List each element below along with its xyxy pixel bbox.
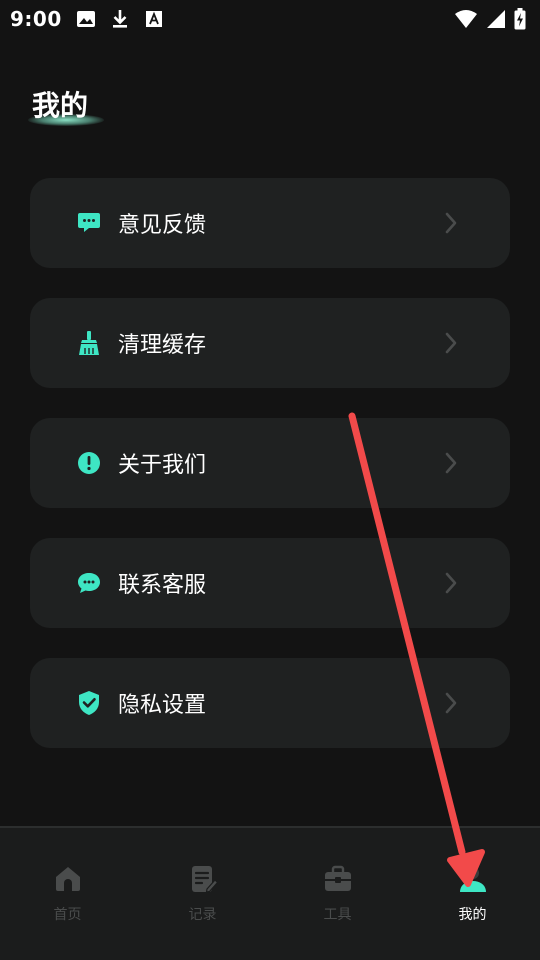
nav-item-tools[interactable]: 工具 <box>270 828 405 960</box>
record-icon <box>191 866 218 893</box>
menu-item-label: 意见反馈 <box>118 213 207 238</box>
battery-charging-icon <box>514 8 526 30</box>
nav-label: 我的 <box>458 907 487 923</box>
shield-check-icon <box>76 690 102 716</box>
nav-label: 工具 <box>323 907 352 923</box>
page-title: 我的 <box>32 89 89 122</box>
font-icon <box>145 11 162 27</box>
menu-item-label: 联系客服 <box>118 573 207 598</box>
home-icon <box>55 867 80 891</box>
nav-label: 首页 <box>53 907 82 923</box>
image-icon <box>76 11 95 27</box>
chevron-right-icon <box>445 692 457 714</box>
menu-item-label: 隐私设置 <box>118 693 207 718</box>
broom-icon <box>76 330 102 356</box>
menu-item-clear-cache[interactable]: 清理缓存 <box>30 298 510 388</box>
menu-item-label: 清理缓存 <box>118 333 207 358</box>
menu-item-about-us[interactable]: 关于我们 <box>30 418 510 508</box>
status-left: 9:00 <box>10 7 164 31</box>
status-bar: 9:00 <box>0 0 540 38</box>
download-icon <box>112 10 127 28</box>
info-icon <box>76 450 102 476</box>
menu-item-label: 关于我们 <box>118 453 207 478</box>
menu-item-feedback[interactable]: 意见反馈 <box>30 178 510 268</box>
toolbox-icon <box>324 865 351 891</box>
customer-service-icon <box>76 570 102 596</box>
signal-icon <box>487 10 505 28</box>
nav-label: 记录 <box>188 907 217 923</box>
chevron-right-icon <box>445 572 457 594</box>
menu-item-customer-service[interactable]: 联系客服 <box>30 538 510 628</box>
profile-icon <box>459 867 486 892</box>
nav-item-mine[interactable]: 我的 <box>405 828 540 960</box>
menu-item-privacy-settings[interactable]: 隐私设置 <box>30 658 510 748</box>
status-time: 9:00 <box>10 7 62 31</box>
wifi-icon <box>455 10 477 28</box>
status-right <box>454 8 526 30</box>
nav-item-home[interactable]: 首页 <box>0 828 135 960</box>
page-title-wrap: 我的 <box>28 84 104 126</box>
chat-bubble-icon <box>76 210 102 236</box>
chevron-right-icon <box>445 212 457 234</box>
nav-item-records[interactable]: 记录 <box>135 828 270 960</box>
bottom-nav: 首页 记录 工具 我的 <box>0 826 540 960</box>
chevron-right-icon <box>445 452 457 474</box>
chevron-right-icon <box>445 332 457 354</box>
